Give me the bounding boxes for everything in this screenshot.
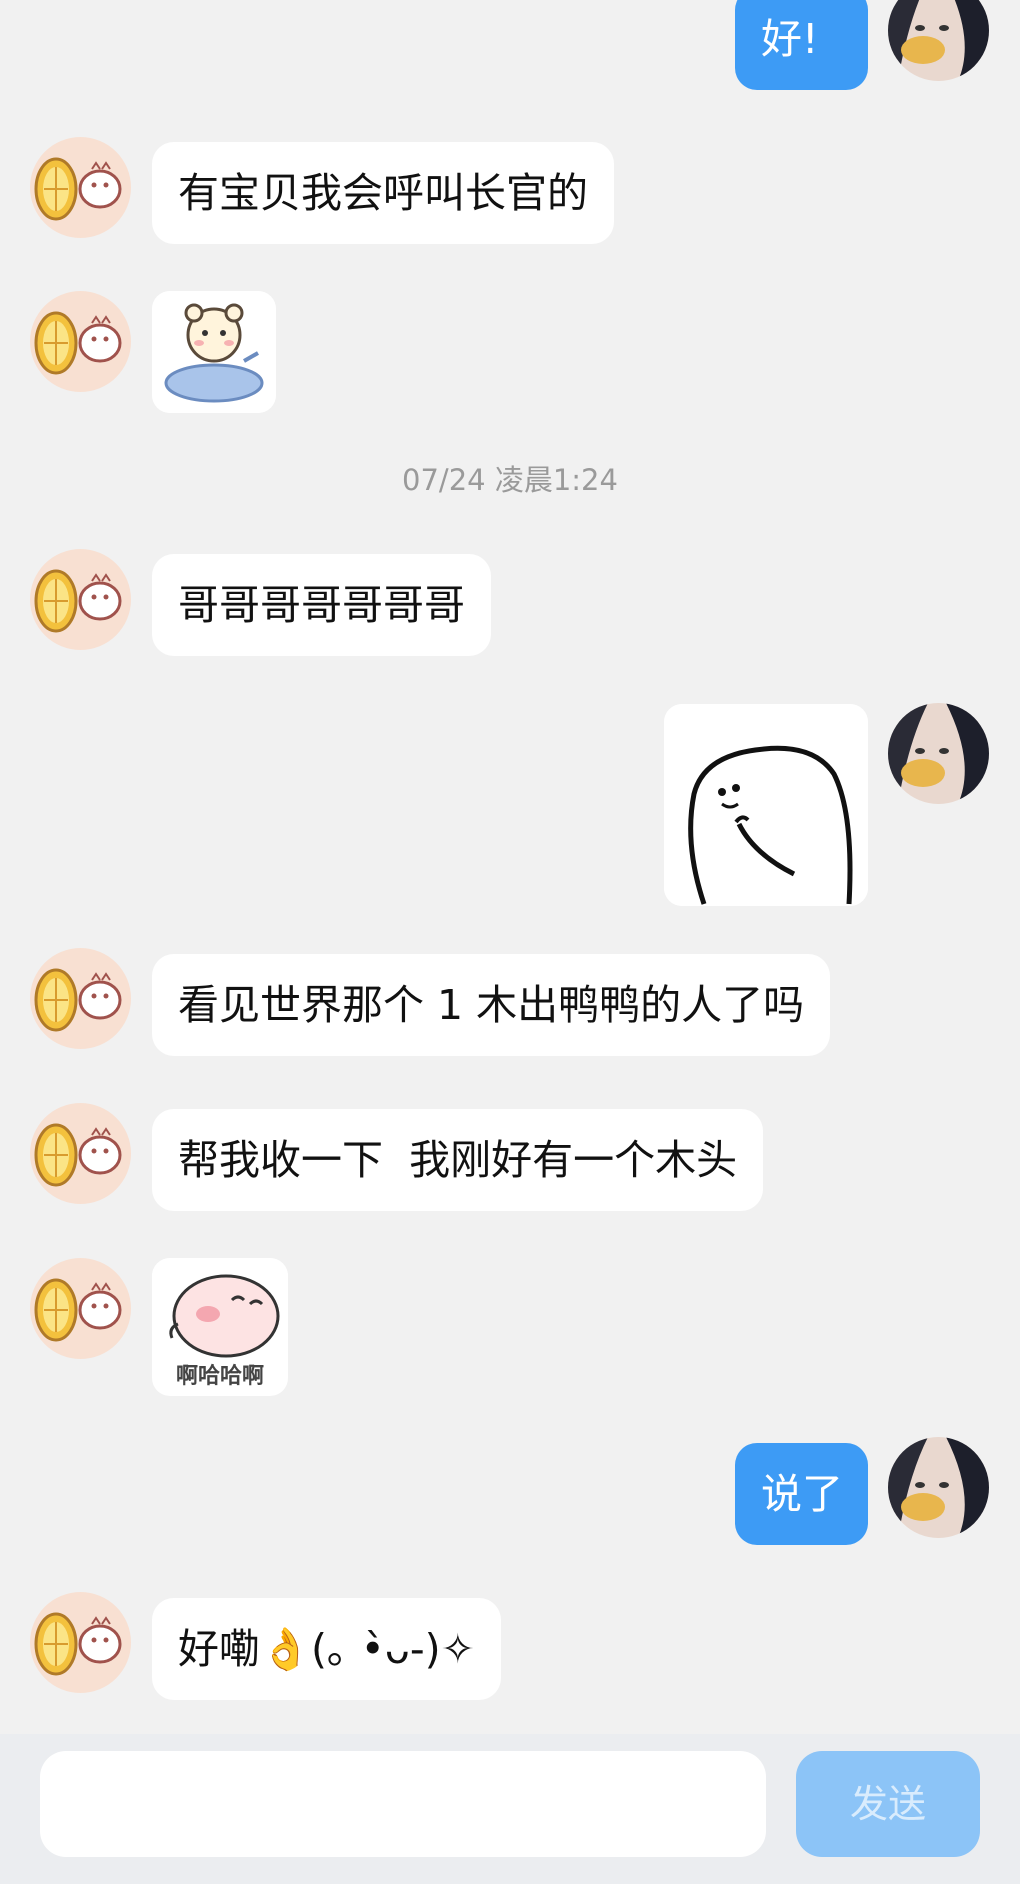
contact-avatar[interactable]	[30, 291, 131, 392]
lemon-hamster-avatar-icon	[30, 1592, 131, 1693]
incoming-message[interactable]: 看见世界那个 1 木出鸭鸭的人了吗	[152, 954, 831, 1056]
message-input[interactable]	[40, 1751, 766, 1857]
sticker-scooter-bear[interactable]	[152, 291, 276, 413]
contact-avatar[interactable]	[30, 137, 131, 238]
incoming-message[interactable]: 有宝贝我会呼叫长官的	[152, 142, 614, 244]
incoming-message[interactable]: 帮我收一下 我刚好有一个木头	[152, 1109, 764, 1211]
bear-on-scooter-icon	[152, 291, 276, 413]
contact-avatar[interactable]	[30, 1258, 131, 1359]
laughing-pig-icon	[152, 1258, 288, 1370]
sticker-laughing-pig[interactable]: 啊哈哈啊	[152, 1258, 288, 1396]
blob-thinking-icon	[664, 704, 868, 906]
contact-avatar[interactable]	[30, 1103, 131, 1204]
contact-avatar[interactable]	[30, 1592, 131, 1693]
incoming-message[interactable]: 哥哥哥哥哥哥哥	[152, 554, 491, 656]
contact-avatar[interactable]	[30, 549, 131, 650]
girl-avatar-icon	[888, 703, 989, 804]
lemon-hamster-avatar-icon	[30, 948, 131, 1049]
girl-avatar-icon	[888, 1437, 989, 1538]
lemon-hamster-avatar-icon	[30, 291, 131, 392]
my-avatar[interactable]	[888, 0, 989, 81]
sticker-caption: 啊哈哈啊	[175, 1364, 264, 1389]
timestamp: 07/24 凌晨1:24	[402, 463, 618, 497]
my-avatar[interactable]	[888, 1437, 989, 1538]
lemon-hamster-avatar-icon	[30, 549, 131, 650]
send-button[interactable]: 发送	[796, 1751, 980, 1857]
lemon-hamster-avatar-icon	[30, 1103, 131, 1204]
girl-avatar-icon	[888, 0, 989, 81]
outgoing-message[interactable]: 好!	[735, 0, 868, 90]
sticker-blob-thinking[interactable]	[664, 704, 868, 906]
incoming-message[interactable]: 好嘞👌(｡ •̀ᴗ-)✧	[152, 1598, 501, 1700]
my-avatar[interactable]	[888, 703, 989, 804]
input-bar: 发送	[0, 1734, 1020, 1884]
lemon-hamster-avatar-icon	[30, 137, 131, 238]
contact-avatar[interactable]	[30, 948, 131, 1049]
outgoing-message[interactable]: 说了	[735, 1443, 868, 1545]
chat-area[interactable]: 好! 有宝贝我会呼叫长官的 07/24 凌晨1:24 哥哥哥哥哥哥哥 看见世界那…	[0, 0, 1020, 1734]
lemon-hamster-avatar-icon	[30, 1258, 131, 1359]
